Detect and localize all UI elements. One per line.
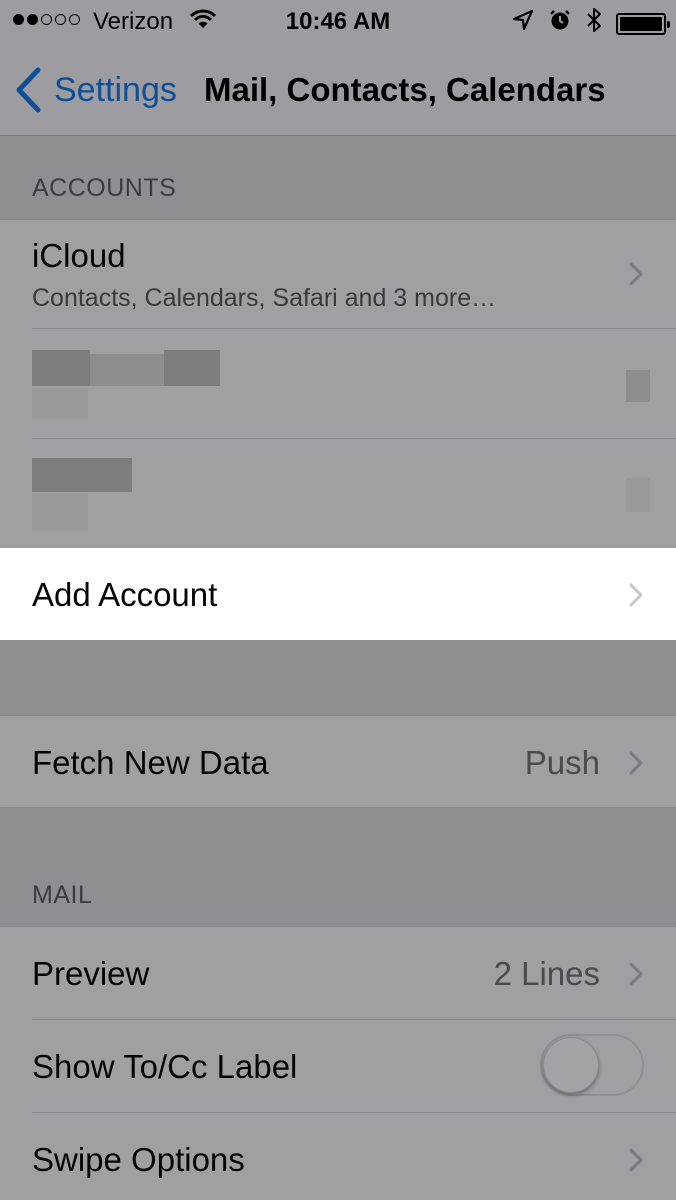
add-account-label: Add Account	[32, 576, 218, 613]
section-header-accounts: ACCOUNTS	[32, 174, 177, 202]
account-row-icloud[interactable]: iCloud Contacts, Calendars, Safari and 3…	[0, 220, 676, 328]
account-subtitle: Contacts, Calendars, Safari and 3 more…	[32, 284, 497, 312]
show-tocc-toggle[interactable]	[540, 1034, 644, 1096]
swipe-options-row[interactable]: Swipe Options	[0, 1112, 676, 1200]
account-title: iCloud	[32, 237, 126, 274]
mail-group: Preview 2 Lines Show To/Cc Label Swipe O…	[0, 926, 676, 1200]
fetch-new-data-row[interactable]: Fetch New Data Push	[0, 716, 676, 808]
bluetooth-icon	[586, 7, 602, 40]
preview-label: Preview	[32, 955, 150, 992]
show-tocc-row: Show To/Cc Label	[0, 1019, 676, 1112]
preview-row[interactable]: Preview 2 Lines	[0, 927, 676, 1019]
swipe-options-label: Swipe Options	[32, 1141, 245, 1178]
alarm-clock-icon	[548, 8, 572, 39]
back-button[interactable]: Settings	[14, 66, 177, 114]
chevron-left-icon	[16, 67, 41, 113]
chevron-right-icon	[629, 751, 643, 775]
fetch-new-data-label: Fetch New Data	[32, 744, 269, 781]
fetch-group: Fetch New Data Push	[0, 715, 676, 808]
location-arrow-icon	[512, 9, 534, 38]
status-bar: Verizon 10:46 AM	[0, 0, 676, 42]
preview-value: 2 Lines	[493, 955, 600, 992]
back-button-label: Settings	[54, 70, 177, 109]
page-title: Mail, Contacts, Calendars	[204, 71, 606, 108]
redacted-chevron	[626, 478, 650, 512]
chevron-right-icon	[629, 262, 643, 286]
show-tocc-label: Show To/Cc Label	[32, 1048, 298, 1085]
battery-icon	[616, 12, 670, 35]
chevron-right-icon	[629, 583, 643, 607]
chevron-right-icon	[629, 1148, 643, 1172]
toggle-knob	[543, 1037, 599, 1093]
chevron-right-icon	[629, 962, 643, 986]
account-row-redacted[interactable]	[0, 438, 676, 548]
section-header-mail: MAIL	[32, 881, 93, 909]
fetch-new-data-value: Push	[524, 744, 600, 781]
navigation-bar: Settings Mail, Contacts, Calendars	[0, 42, 676, 136]
add-account-row[interactable]: Add Account	[0, 548, 676, 640]
redacted-chevron	[626, 370, 650, 402]
account-row-redacted[interactable]	[0, 328, 676, 438]
